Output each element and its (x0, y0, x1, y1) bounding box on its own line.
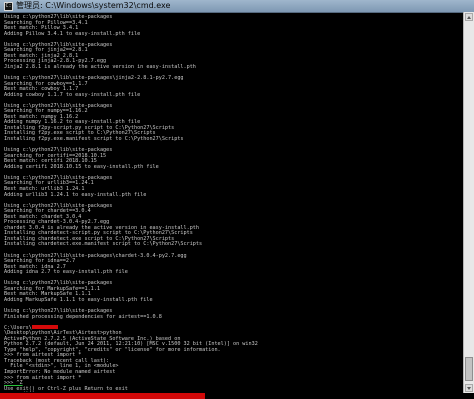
cmd-icon[interactable]: C: (4, 2, 13, 11)
redacted-username (31, 325, 58, 330)
window-title: 管理员: C:\Windows\system32\cmd.exe (16, 1, 171, 10)
vertical-scrollbar[interactable] (463, 12, 474, 393)
console-output[interactable]: Using c:\python27\lib\site-packages Searc… (4, 14, 460, 392)
scroll-thumb[interactable] (465, 357, 473, 381)
redaction-bar (0, 393, 205, 399)
title-bar[interactable]: C: 管理员: C:\Windows\system32\cmd.exe (0, 0, 474, 13)
scroll-up-arrow-icon[interactable] (465, 13, 473, 21)
scroll-down-arrow-icon[interactable] (465, 384, 473, 392)
cmd-window: C: 管理员: C:\Windows\system32\cmd.exe Usin… (0, 0, 474, 399)
